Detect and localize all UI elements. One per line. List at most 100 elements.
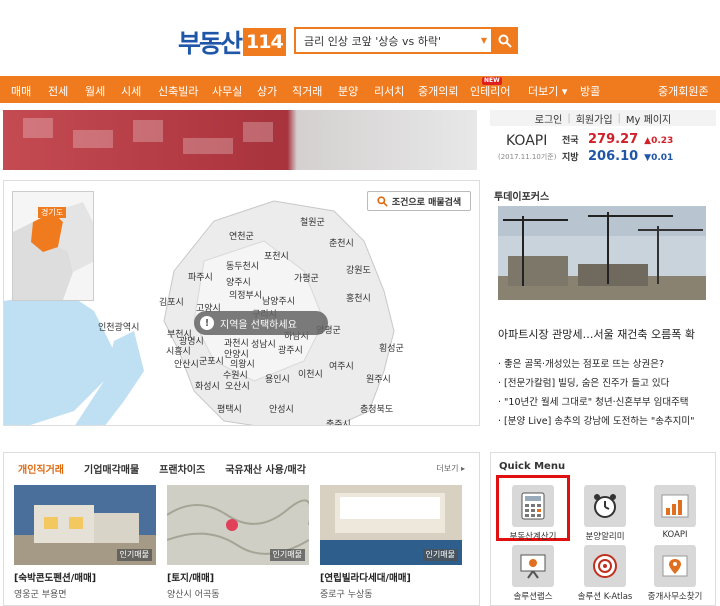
nav-item-research[interactable]: 리서치 [374,83,404,99]
map-label-wonju[interactable]: 원주시 [366,372,391,385]
nav-item-more[interactable]: 더보기 ▾ [528,83,567,99]
koapi-date: (2017.11.10기준) [498,153,557,161]
ad-banner[interactable] [3,110,477,170]
map-label-pyeongtaek[interactable]: 평택시 [217,402,242,415]
map-label-gapyeong[interactable]: 가평군 [294,271,319,284]
more-link[interactable]: 더보기 ▸ [436,463,465,474]
listing-card[interactable]: 인기매물 [토지/매매] 양산시 어곡동 [167,485,309,600]
map-label-gunpo[interactable]: 군포시 [199,354,224,367]
focus-image[interactable] [498,206,706,300]
quick-item-k-atlas[interactable]: 솔루션 K-Atlas [569,545,641,602]
map-label-anseong[interactable]: 안성시 [269,402,294,415]
map-label-cheorwon[interactable]: 철원군 [300,215,325,228]
map-label-hwaseong[interactable]: 화성시 [195,379,220,392]
region-select-prompt: ! 지역을 선택하세요 [194,311,328,335]
search-bar: ▼ [294,27,518,54]
map-label-hongcheon[interactable]: 홍천시 [346,291,371,304]
listing-card[interactable]: 인기매물 [연립빌라다세대/매매] 중로구 누상동 [320,485,462,600]
listing-title: [연립빌라다세대/매매] [320,573,411,584]
nav-item-broker-zone[interactable]: 중개회원존 [658,83,709,99]
map-label-chungbuk[interactable]: 충청북도 [360,402,393,415]
tab-state-property[interactable]: 국유재산 사용/매각 [225,461,306,476]
map-label-chungju[interactable]: 충주시 [326,417,351,425]
listing-image: 인기매물 [167,485,309,565]
main-nav: 매매 전세 월세 시세 신축빌라 사무실 상가 직거래 분양 리서치 중개의뢰 … [0,76,720,103]
nav-item-direct[interactable]: 직거래 [292,83,322,99]
tab-personal[interactable]: 개인직거래 [18,461,64,476]
news-item[interactable]: · 좋은 골목·개성있는 점포로 뜨는 상권은? [498,356,712,375]
focus-news-list: · 좋은 골목·개성있는 점포로 뜨는 상권은? · [전문가칼럼] 빌딩, 숨… [498,356,712,432]
map-label-seongnam[interactable]: 성남시 [251,337,276,350]
nav-item-new-villa[interactable]: 신축빌라 [158,83,198,99]
map-label-chuncheon[interactable]: 춘천시 [329,236,354,249]
map-label-gangwon[interactable]: 강원도 [346,263,371,276]
nav-item-monthly[interactable]: 월세 [85,83,105,99]
map-label-pocheon[interactable]: 포천시 [264,249,289,262]
koapi-widget[interactable]: KOAPI (2017.11.10기준) 전국 279.27 ▲0.23 지방 … [490,128,716,172]
quick-item-presale-alert[interactable]: 분양알리미 [569,485,641,542]
quick-item-label: 분양알리미 [585,532,625,542]
search-input[interactable] [296,29,477,52]
koapi-label: 지방 [562,153,579,163]
construction-photo [498,206,706,300]
logo-text: 부동산 [178,29,243,58]
condition-search-button[interactable]: 조건으로 매물검색 [367,191,471,211]
koapi-value: 206.10 [588,149,639,164]
nav-item-price[interactable]: 시세 [121,83,141,99]
map-label-icheon[interactable]: 이천시 [298,367,323,380]
map-label-namyangju[interactable]: 남양주시 [262,294,295,307]
map-label-ansan[interactable]: 안산시 [174,357,199,370]
chevron-down-icon[interactable]: ▼ [477,36,491,45]
map-label-yangju[interactable]: 양주시 [226,275,251,288]
news-item[interactable]: · "10년간 월세 그대로" 청년·신혼부부 임대주택 [498,394,712,413]
map-label-paju[interactable]: 파주시 [188,270,213,283]
nav-item-bangkol[interactable]: 방콜 [580,83,600,99]
nav-item-interior[interactable]: NEW 인테리어 [470,77,510,99]
nav-item-office[interactable]: 사무실 [212,83,242,99]
listing-location: 영웅군 부용면 [14,590,67,600]
map-label-dongducheon[interactable]: 동두천시 [226,259,259,272]
map-label-incheon[interactable]: 인천광역시 [98,320,139,333]
news-item[interactable]: · [전문가칼럼] 빌딩, 숨은 진주가 들고 있다 [498,375,712,394]
mypage-link[interactable]: My 페이지 [621,111,676,126]
quick-item-label: 부동산계산기 [509,532,557,542]
site-logo[interactable]: 부동산 114 [178,27,286,58]
tab-corporate[interactable]: 기업매각매물 [84,461,139,476]
map-label-yongin[interactable]: 용인시 [265,372,290,385]
presentation-icon [512,545,554,587]
news-item[interactable]: · [분양 Live] 송추의 강남에 도전하는 "송추지미" [498,413,712,432]
nav-item-sale[interactable]: 매매 [11,83,31,99]
focus-headline[interactable]: 아파트시장 관망세…서울 재건축 오름폭 확 [498,326,695,342]
listing-card[interactable]: 인기매물 [숙박콘도펜션/매매] 영웅군 부용면 [14,485,156,600]
listing-image: 인기매물 [320,485,462,565]
listing-panel: 개인직거래 기업매각매물 프랜차이즈 국유재산 사용/매각 더보기 ▸ 인기매물… [3,452,480,606]
mini-map[interactable]: 경기도 [12,191,94,301]
map-label-gwangju[interactable]: 광주시 [278,343,303,356]
quick-item-calculator[interactable]: 부동산계산기 [497,485,569,542]
map-label-uijeongbu[interactable]: 의정부시 [229,288,262,301]
quick-item-solution-labs[interactable]: 솔루션랩스 [497,545,569,602]
nav-item-store[interactable]: 상가 [257,83,277,99]
listing-location: 양산시 어곡동 [167,590,220,600]
signup-link[interactable]: 회원가입 [571,111,618,126]
map-label-gimpo[interactable]: 김포시 [159,295,184,308]
condition-search-label: 조건으로 매물검색 [391,197,462,208]
search-icon [377,195,388,207]
login-link[interactable]: 로그인 [530,111,568,126]
quick-item-label: 솔루션랩스 [513,592,553,602]
region-select-text: 지역을 선택하세요 [220,319,297,331]
quick-item-koapi[interactable]: KOAPI [639,485,711,540]
nav-item-request[interactable]: 중개의뢰 [418,83,458,99]
nav-item-jeonse[interactable]: 전세 [48,83,68,99]
tab-franchise[interactable]: 프랜차이즈 [159,461,205,476]
quick-item-label: 솔루션 K-Atlas [577,592,633,602]
search-button[interactable] [491,27,518,54]
target-icon [584,545,626,587]
quick-item-broker-finder[interactable]: 중개사무소찾기 [639,545,711,602]
map-label-yeoju[interactable]: 여주시 [329,359,354,372]
map-label-siheung[interactable]: 시흥시 [166,344,191,357]
map-label-yeoncheon[interactable]: 연천군 [229,229,254,242]
map-label-hoengseong[interactable]: 횡성군 [379,341,404,354]
nav-item-presale[interactable]: 분양 [338,83,358,99]
map-label-osan[interactable]: 오산시 [225,379,250,392]
